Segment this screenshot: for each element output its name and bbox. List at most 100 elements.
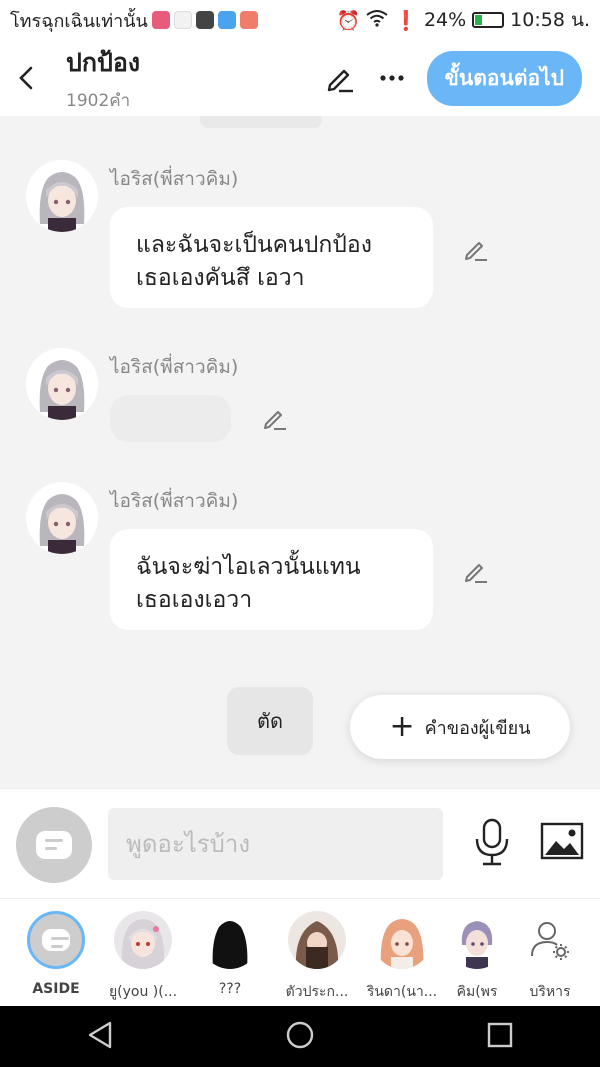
carrier-text: โทรฉุกเฉินเท่านั้น [10,10,148,32]
character-hostage[interactable]: ตัวประก... [279,911,355,1003]
chapter-title: ปกป้อง [66,47,141,77]
character-name: ไอริส(พี่สาวคิม) [110,168,239,190]
character-label: ยู(you )(... [108,984,178,1000]
message-line: เธอเองคันสึ เอวา [136,265,305,291]
character-aside[interactable]: ASIDE [18,911,94,997]
girl-avatar-icon [380,919,424,969]
character-avatar[interactable] [26,160,98,232]
header-actions: ขั้นตอนต่อไป [323,50,582,106]
character-unknown[interactable]: ??? [192,911,268,997]
nav-home-button[interactable] [285,1020,315,1054]
novel-app-icon [217,11,236,29]
character-avatar[interactable] [26,482,98,554]
aside-toggle-button[interactable] [16,807,92,883]
girl-avatar-icon [26,482,98,554]
word-count: 1902คำ [66,90,131,111]
status-bar: โทรฉุกเฉินเท่านั้น ⏰ ❗ 24% 10:58 น. [0,0,600,40]
edit-message-button[interactable] [260,403,290,433]
more-horizontal-icon [379,75,404,81]
edit-message-button[interactable] [461,556,491,586]
wifi-icon [366,9,388,32]
image-button[interactable] [540,821,584,861]
character-name: ไอริส(พี่สาวคิม) [110,356,239,378]
tiktok-icon [173,11,192,29]
circle-home-icon [286,1021,314,1048]
clock: 10:58 น. [510,9,590,31]
status-right: ⏰ ❗ 24% 10:58 น. [337,5,590,35]
pencil-icon [327,69,353,93]
boy-avatar-icon [461,921,493,969]
character-label: รินดา(นา... [366,984,438,1000]
empty-message-bubble[interactable] [110,395,231,442]
writer-note-button[interactable]: + คำของผู้เขียน [350,695,570,759]
cut-button[interactable]: ตัด [227,687,313,755]
microphone-button[interactable] [472,817,512,867]
chat-area: ไอริส(พี่สาวคิม) และฉันจะเป็นคนปกป้อง เธ… [0,116,600,788]
character-kim[interactable]: คิม(พร [446,911,508,1003]
alarm-icon: ⏰ [336,9,361,32]
manage-avatar [521,911,579,969]
girl-avatar-icon [26,160,98,232]
message-line: ฉันจะฆ่าไอเลวนั้นแทน [136,554,361,580]
aside-icon [42,929,70,951]
character-avatar [288,911,346,969]
notification-app-icon [239,11,258,29]
battery-icon [472,12,505,28]
character-avatar[interactable] [26,348,98,420]
message-line: เธอเองเอวา [136,587,253,613]
character-rinda[interactable]: รินดา(นา... [364,911,440,1003]
next-step-button[interactable]: ขั้นตอนต่อไป [426,50,582,106]
character-avatar [201,911,259,969]
triangle-back-icon [88,1021,111,1048]
aside-icon [36,831,72,859]
character-label: คิม(พร [456,984,498,1000]
alert-icon: ❗ [394,9,418,32]
edit-message-button[interactable] [461,234,491,264]
system-nav-bar [0,1006,600,1067]
character-label: บริหาร [529,984,571,1000]
girl-avatar-icon [121,919,165,969]
square-recents-icon [488,1022,513,1047]
notification-app-icon [151,11,170,29]
character-bar: ASIDE ยู(you )(... ??? ตัวประก... รินดา(… [0,898,600,1006]
chevron-left-icon [19,66,33,90]
writer-note-label: คำของผู้เขียน [424,717,531,739]
user-settings-icon [531,922,569,960]
character-label: ASIDE [32,981,80,997]
character-you[interactable]: ยู(you )(... [105,911,181,1003]
pencil-icon [465,564,487,583]
silhouette-icon [212,921,248,969]
character-label: ตัวประก... [285,984,349,1000]
battery-fill [475,15,482,25]
nav-recents-button[interactable] [486,1021,514,1053]
character-label: ??? [218,981,242,997]
character-avatar [448,911,506,969]
microphone-icon [475,818,509,866]
chat-message: ไอริส(พี่สาวคิม) [26,348,586,448]
pencil-icon [465,242,487,261]
character-avatar [373,911,431,969]
message-bubble[interactable]: และฉันจะเป็นคนปกป้อง เธอเองคันสึ เอวา [110,207,433,308]
character-name: ไอริส(พี่สาวคิม) [110,490,239,512]
aside-avatar [27,911,85,969]
message-input-bar [0,788,600,898]
message-bubble[interactable]: ฉันจะฆ่าไอเลวนั้นแทน เธอเองเอวา [110,529,433,630]
plus-icon: + [389,709,415,744]
battery-percent: 24% [423,9,467,31]
back-button[interactable] [0,40,52,116]
pencil-icon [264,411,286,430]
chat-message: ไอริส(พี่สาวคิม) และฉันจะเป็นคนปกป้อง เธ… [26,160,586,310]
title-block: ปกป้อง 1902คำ [66,43,140,114]
notification-app-icon [195,11,214,29]
manage-characters-button[interactable]: บริหาร [512,911,588,1003]
message-line: และฉันจะเป็นคนปกป้อง [136,232,372,258]
previous-message-stub [200,116,322,128]
edit-title-button[interactable] [323,61,357,95]
status-left: โทรฉุกเฉินเท่านั้น [10,6,258,35]
image-icon [540,822,584,860]
chat-message: ไอริส(พี่สาวคิม) ฉันจะฆ่าไอเลวนั้นแทน เธ… [26,482,586,632]
nav-back-button[interactable] [86,1020,114,1054]
girl-avatar-icon [26,348,98,420]
more-options-button[interactable] [375,61,409,95]
message-input[interactable] [108,808,443,880]
